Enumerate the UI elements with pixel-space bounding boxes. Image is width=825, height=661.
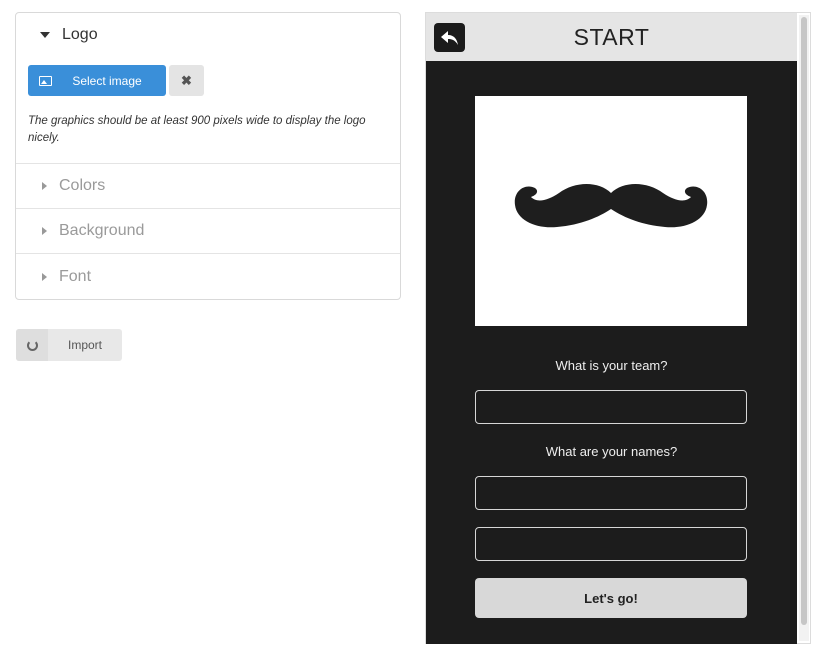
section-background-label: Background: [59, 222, 145, 239]
player-name-input-1[interactable]: [475, 476, 747, 510]
close-icon: ✖: [181, 72, 192, 88]
caret-right-icon: [42, 182, 47, 190]
section-colors-header[interactable]: Colors: [16, 164, 400, 209]
preview-title: START: [573, 24, 650, 50]
preview-scrollbar[interactable]: [799, 15, 809, 641]
logo-preview: [475, 96, 747, 326]
section-background-header[interactable]: Background: [16, 209, 400, 254]
mustache-icon: [514, 184, 708, 228]
team-name-input[interactable]: [475, 390, 747, 424]
refresh-icon: [26, 339, 38, 351]
select-image-label: Select image: [72, 73, 142, 88]
section-font-label: Font: [59, 267, 92, 285]
scrollbar-thumb[interactable]: [801, 17, 807, 625]
preview-screen: What is your team? What are your names? …: [426, 61, 797, 644]
caret-right-icon: [42, 272, 47, 281]
section-colors-label: Colors: [59, 177, 106, 194]
section-logo-label: Logo: [62, 26, 98, 43]
names-question-label: What are your names?: [545, 444, 678, 459]
settings-panel: Logo Select image ✖ The graphics should …: [15, 12, 401, 300]
image-icon: [38, 75, 52, 86]
refresh-icon-wrap: [16, 329, 48, 361]
back-button[interactable]: [434, 23, 465, 52]
import-label: Import: [67, 338, 102, 352]
caret-down-icon: [40, 32, 50, 38]
app-preview: START What is your team? What are your n…: [425, 12, 811, 644]
logo-button-row: Select image ✖: [28, 65, 388, 96]
section-logo-header[interactable]: Logo: [16, 13, 400, 57]
image-icon-wrap: [28, 65, 62, 96]
caret-right-icon: [42, 227, 47, 235]
preview-header: START: [426, 13, 797, 61]
section-font-header[interactable]: Font: [16, 254, 400, 299]
back-arrow-icon: [440, 30, 458, 45]
player-name-input-2[interactable]: [475, 527, 747, 561]
import-button[interactable]: Import: [16, 329, 122, 361]
select-image-button[interactable]: Select image: [28, 65, 166, 96]
lets-go-button[interactable]: Let's go!: [475, 578, 747, 618]
clear-image-button[interactable]: ✖: [169, 65, 204, 96]
logo-hint-text: The graphics should be at least 900 pixe…: [28, 115, 366, 144]
team-question-label: What is your team?: [555, 358, 668, 373]
section-logo-body: Select image ✖ The graphics should be at…: [16, 57, 400, 164]
